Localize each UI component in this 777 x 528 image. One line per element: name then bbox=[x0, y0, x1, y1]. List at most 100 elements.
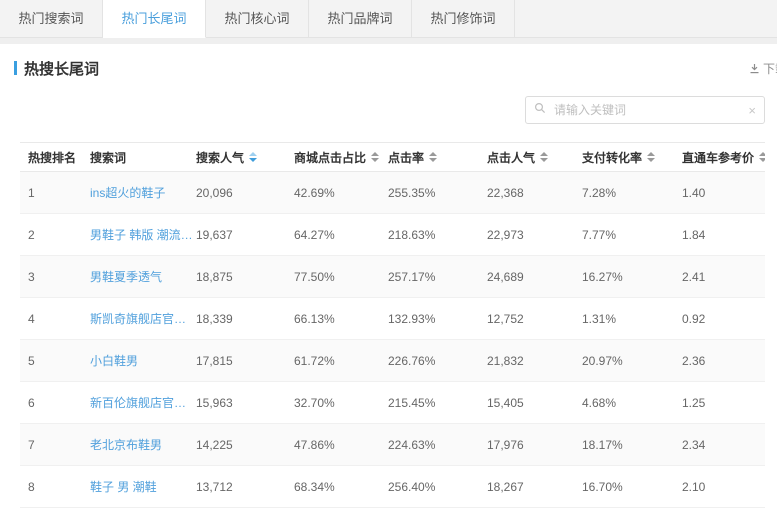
cell-click-popularity: 12,752 bbox=[487, 312, 582, 326]
cell-click-popularity: 21,832 bbox=[487, 354, 582, 368]
column-header-6: 支付转化率 bbox=[582, 149, 682, 166]
column-header-7: 直通车参考价 bbox=[682, 149, 765, 166]
tab-item-1[interactable]: 热门长尾词 bbox=[103, 0, 206, 38]
search-row: × bbox=[0, 82, 777, 138]
cell-click-rate: 256.40% bbox=[388, 480, 487, 494]
cell-pay-conversion: 20.97% bbox=[582, 354, 682, 368]
sort-up-caret bbox=[429, 152, 437, 156]
download-icon bbox=[749, 63, 760, 74]
cell-click-popularity: 17,976 bbox=[487, 438, 582, 452]
tab-item-0[interactable]: 热门搜索词 bbox=[0, 0, 103, 38]
cell-click-rate: 224.63% bbox=[388, 438, 487, 452]
search-input[interactable] bbox=[552, 102, 742, 118]
column-label: 点击人气 bbox=[487, 149, 535, 166]
cell-click-rate: 257.17% bbox=[388, 270, 487, 284]
cell-pay-conversion: 18.17% bbox=[582, 438, 682, 452]
clear-search-icon[interactable]: × bbox=[748, 104, 756, 117]
table-row: 4 斯凯奇旗舰店官方旗舰 18,339 66.13% 132.93% 12,75… bbox=[20, 298, 765, 340]
cell-search-popularity: 17,815 bbox=[196, 354, 294, 368]
title-accent-bar bbox=[14, 61, 17, 75]
sort-icon[interactable] bbox=[371, 152, 379, 162]
cell-mall-click-share: 77.50% bbox=[294, 270, 388, 284]
column-label: 搜索词 bbox=[90, 149, 126, 166]
download-label: 下载 bbox=[763, 60, 777, 77]
cell-search-popularity: 19,637 bbox=[196, 228, 294, 242]
cell-rank: 4 bbox=[20, 312, 90, 326]
download-button[interactable]: 下载 bbox=[749, 60, 777, 77]
sort-down-caret bbox=[371, 158, 379, 162]
table-header-row: 热搜排名 搜索词 搜索人气 商城点击占比 点击率 点击人气 支付转化率 bbox=[20, 142, 765, 172]
search-icon bbox=[534, 101, 546, 119]
sort-up-caret bbox=[540, 152, 548, 156]
cell-rank: 3 bbox=[20, 270, 90, 284]
cell-ztc-ref-price: 0.92 bbox=[682, 312, 765, 326]
column-header-5: 点击人气 bbox=[487, 149, 582, 166]
column-label: 搜索人气 bbox=[196, 149, 244, 166]
cell-rank: 7 bbox=[20, 438, 90, 452]
cell-click-popularity: 24,689 bbox=[487, 270, 582, 284]
sort-up-caret bbox=[759, 152, 765, 156]
column-label: 直通车参考价 bbox=[682, 149, 754, 166]
tab-item-2[interactable]: 热门核心词 bbox=[206, 0, 309, 38]
tab-item-4[interactable]: 热门修饰词 bbox=[412, 0, 515, 38]
cell-rank: 8 bbox=[20, 480, 90, 494]
sort-icon[interactable] bbox=[647, 152, 655, 162]
keyword-link[interactable]: 男鞋夏季透气 bbox=[90, 268, 196, 285]
cell-ztc-ref-price: 2.36 bbox=[682, 354, 765, 368]
table-row: 7 老北京布鞋男 14,225 47.86% 224.63% 17,976 18… bbox=[20, 424, 765, 466]
cell-pay-conversion: 4.68% bbox=[582, 396, 682, 410]
sort-down-caret bbox=[647, 158, 655, 162]
sort-icon[interactable] bbox=[429, 152, 437, 162]
sort-up-caret bbox=[647, 152, 655, 156]
keyword-link[interactable]: 男鞋子 韩版 潮流 英... bbox=[90, 226, 196, 243]
keyword-link[interactable]: 鞋子 男 潮鞋 bbox=[90, 478, 196, 495]
column-label: 支付转化率 bbox=[582, 149, 642, 166]
cell-click-rate: 215.45% bbox=[388, 396, 487, 410]
tab-bar-filler bbox=[515, 0, 777, 38]
table-row: 3 男鞋夏季透气 18,875 77.50% 257.17% 24,689 16… bbox=[20, 256, 765, 298]
sort-icon[interactable] bbox=[759, 152, 765, 162]
cell-click-rate: 218.63% bbox=[388, 228, 487, 242]
tab-item-3[interactable]: 热门品牌词 bbox=[309, 0, 412, 38]
column-label: 点击率 bbox=[388, 149, 424, 166]
cell-search-popularity: 20,096 bbox=[196, 186, 294, 200]
keyword-link[interactable]: 斯凯奇旗舰店官方旗舰 bbox=[90, 310, 196, 327]
keyword-table: 热搜排名 搜索词 搜索人气 商城点击占比 点击率 点击人气 支付转化率 bbox=[20, 142, 765, 508]
column-header-3: 商城点击占比 bbox=[294, 149, 388, 166]
table-row: 1 ins超火的鞋子 20,096 42.69% 255.35% 22,368 … bbox=[20, 172, 765, 214]
keyword-link[interactable]: 新百伦旗舰店官方正品 bbox=[90, 394, 196, 411]
sort-up-caret bbox=[249, 152, 257, 156]
cell-click-popularity: 18,267 bbox=[487, 480, 582, 494]
cell-search-popularity: 18,339 bbox=[196, 312, 294, 326]
cell-ztc-ref-price: 2.34 bbox=[682, 438, 765, 452]
keyword-link[interactable]: 小白鞋男 bbox=[90, 352, 196, 369]
search-box: × bbox=[525, 96, 765, 124]
cell-click-rate: 255.35% bbox=[388, 186, 487, 200]
cell-rank: 1 bbox=[20, 186, 90, 200]
cell-pay-conversion: 7.28% bbox=[582, 186, 682, 200]
keyword-link[interactable]: 老北京布鞋男 bbox=[90, 436, 196, 453]
cell-pay-conversion: 7.77% bbox=[582, 228, 682, 242]
cell-pay-conversion: 16.27% bbox=[582, 270, 682, 284]
section-header: 热搜长尾词 下载 bbox=[0, 44, 777, 82]
sort-icon[interactable] bbox=[540, 152, 548, 162]
cell-mall-click-share: 42.69% bbox=[294, 186, 388, 200]
cell-search-popularity: 14,225 bbox=[196, 438, 294, 452]
sort-icon[interactable] bbox=[249, 152, 257, 162]
cell-rank: 5 bbox=[20, 354, 90, 368]
cell-ztc-ref-price: 1.84 bbox=[682, 228, 765, 242]
cell-ztc-ref-price: 1.40 bbox=[682, 186, 765, 200]
table-body: 1 ins超火的鞋子 20,096 42.69% 255.35% 22,368 … bbox=[20, 172, 765, 508]
cell-rank: 6 bbox=[20, 396, 90, 410]
cell-click-popularity: 15,405 bbox=[487, 396, 582, 410]
cell-pay-conversion: 1.31% bbox=[582, 312, 682, 326]
sort-down-caret bbox=[429, 158, 437, 162]
keyword-link[interactable]: ins超火的鞋子 bbox=[90, 184, 196, 201]
column-label: 热搜排名 bbox=[28, 149, 76, 166]
column-header-2: 搜索人气 bbox=[196, 149, 294, 166]
page-title: 热搜长尾词 bbox=[24, 58, 99, 79]
sort-down-caret bbox=[759, 158, 765, 162]
cell-ztc-ref-price: 2.10 bbox=[682, 480, 765, 494]
sort-down-caret bbox=[540, 158, 548, 162]
cell-mall-click-share: 47.86% bbox=[294, 438, 388, 452]
